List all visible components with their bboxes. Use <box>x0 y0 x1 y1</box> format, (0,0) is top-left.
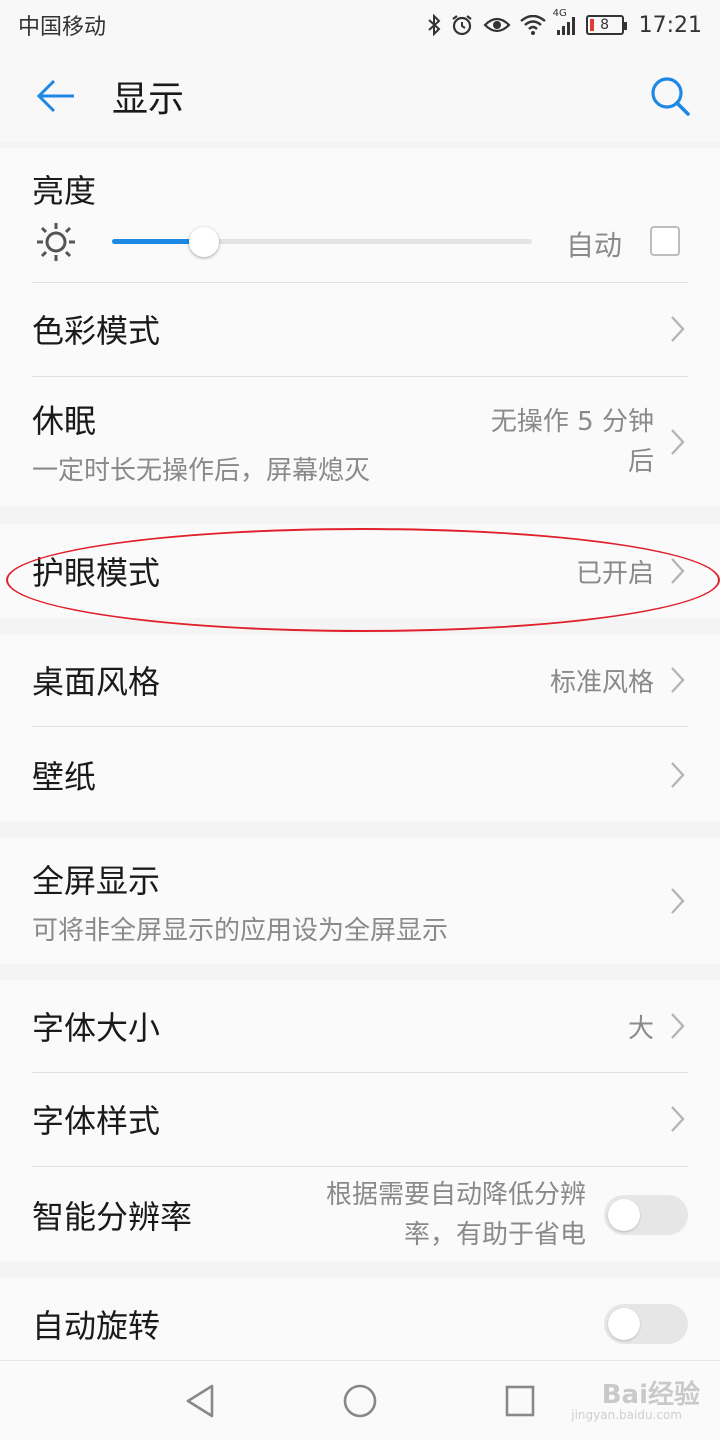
wallpaper-label: 壁纸 <box>32 757 97 796</box>
signal-icon: 4G <box>553 8 577 36</box>
auto-rotate-toggle[interactable] <box>604 1304 688 1344</box>
sleep-row[interactable]: 休眠 一定时长无操作后，屏幕熄灭 无操作 5 分钟 后 <box>32 377 688 506</box>
search-icon <box>651 77 690 116</box>
clock: 17:21 <box>638 12 702 38</box>
chevron-right-icon <box>671 667 685 693</box>
search-button[interactable] <box>648 74 692 118</box>
sleep-label: 休眠 <box>32 402 97 440</box>
wifi-icon <box>519 15 546 35</box>
auto-rotate-label: 自动旋转 <box>32 1307 161 1345</box>
chevron-right-icon <box>671 428 685 455</box>
back-button[interactable] <box>0 50 112 142</box>
page-title: 显示 <box>112 79 185 120</box>
brightness-slider[interactable] <box>112 227 532 257</box>
smart-resolution-label: 智能分辨率 <box>32 1197 193 1236</box>
app-bar: 显示 <box>0 50 720 142</box>
font-size-row[interactable]: 字体大小 大 <box>32 980 688 1072</box>
home-style-row[interactable]: 桌面风格 标准风格 <box>32 634 688 726</box>
chevron-right-icon <box>671 1106 685 1132</box>
smart-resolution-desc-line1: 根据需要自动降低分辨 <box>325 1179 586 1210</box>
fullscreen-card: 全屏显示 可将非全屏显示的应用设为全屏显示 <box>0 838 720 964</box>
chevron-right-icon <box>671 316 685 342</box>
nav-recents-icon[interactable] <box>505 1385 535 1417</box>
auto-rotate-row[interactable]: 自动旋转 <box>32 1278 688 1370</box>
font-size-value: 大 <box>627 1013 654 1044</box>
home-style-label: 桌面风格 <box>32 663 161 701</box>
eye-comfort-label: 护眼模式 <box>32 554 161 592</box>
chevron-right-icon <box>671 1013 685 1039</box>
rotate-card: 自动旋转 <box>0 1278 720 1360</box>
chevron-right-icon <box>671 888 685 914</box>
wallpaper-row[interactable]: 壁纸 <box>32 727 688 822</box>
font-size-label: 字体大小 <box>32 1009 161 1047</box>
toggle-knob <box>608 1198 640 1231</box>
fullscreen-label: 全屏显示 <box>32 861 161 900</box>
font-style-label: 字体样式 <box>32 1102 161 1140</box>
watermark-url: jingyan.baidu.com <box>571 1408 682 1422</box>
color-mode-row[interactable]: 色彩模式 <box>32 283 688 375</box>
battery-icon: 8 <box>585 15 627 35</box>
font-card: 字体大小 大 字体样式 智能分辨率 根据需要自动降低分辨 率，有助于省电 <box>0 980 720 1262</box>
status-bar: 中国移动 4G 8 17:21 <box>0 0 720 50</box>
sun-icon <box>37 223 75 261</box>
carrier-name: 中国移动 <box>18 15 107 40</box>
display-settings-card: 亮度 自动 色彩模式 休眠 一定时长无操作后，屏幕熄灭 无操作 5 分钟 后 <box>0 148 720 506</box>
chevron-right-icon <box>671 761 685 788</box>
color-mode-label: 色彩模式 <box>32 312 161 350</box>
smart-resolution-toggle[interactable] <box>604 1194 688 1235</box>
eye-comfort-row[interactable]: 护眼模式 已开启 <box>32 524 688 618</box>
nav-home-icon[interactable] <box>342 1383 378 1419</box>
eye-icon <box>483 15 511 35</box>
home-style-value: 标准风格 <box>549 667 654 698</box>
alarm-icon <box>450 13 474 37</box>
toggle-knob <box>608 1308 640 1340</box>
chevron-right-icon <box>671 558 685 584</box>
smart-resolution-desc-line2: 率，有助于省电 <box>403 1219 586 1250</box>
sleep-description: 一定时长无操作后，屏幕熄灭 <box>32 456 371 486</box>
sleep-value-line2: 后 <box>627 446 654 477</box>
network-type: 4G <box>552 8 567 19</box>
status-icons: 4G 8 17:21 <box>427 8 702 38</box>
auto-brightness-label: 自动 <box>566 229 623 262</box>
back-arrow-icon <box>36 79 74 113</box>
home-card: 桌面风格 标准风格 壁纸 <box>0 634 720 822</box>
brightness-label: 亮度 <box>32 172 97 210</box>
auto-brightness-checkbox[interactable] <box>650 226 680 256</box>
font-style-row[interactable]: 字体样式 <box>32 1073 688 1165</box>
slider-thumb[interactable] <box>189 227 219 257</box>
bluetooth-icon <box>427 14 441 36</box>
eye-comfort-card: 护眼模式 已开启 <box>0 524 720 618</box>
eye-comfort-value: 已开启 <box>575 558 654 589</box>
watermark-logo: Bai经验 <box>601 1380 700 1410</box>
smart-resolution-row[interactable]: 智能分辨率 根据需要自动降低分辨 率，有助于省电 <box>32 1167 688 1262</box>
nav-back-icon[interactable] <box>184 1383 216 1419</box>
fullscreen-description: 可将非全屏显示的应用设为全屏显示 <box>32 915 449 946</box>
sleep-value-line1: 无操作 5 分钟 <box>490 406 654 437</box>
fullscreen-row[interactable]: 全屏显示 可将非全屏显示的应用设为全屏显示 <box>32 838 688 964</box>
battery-level: 8 <box>600 17 610 33</box>
